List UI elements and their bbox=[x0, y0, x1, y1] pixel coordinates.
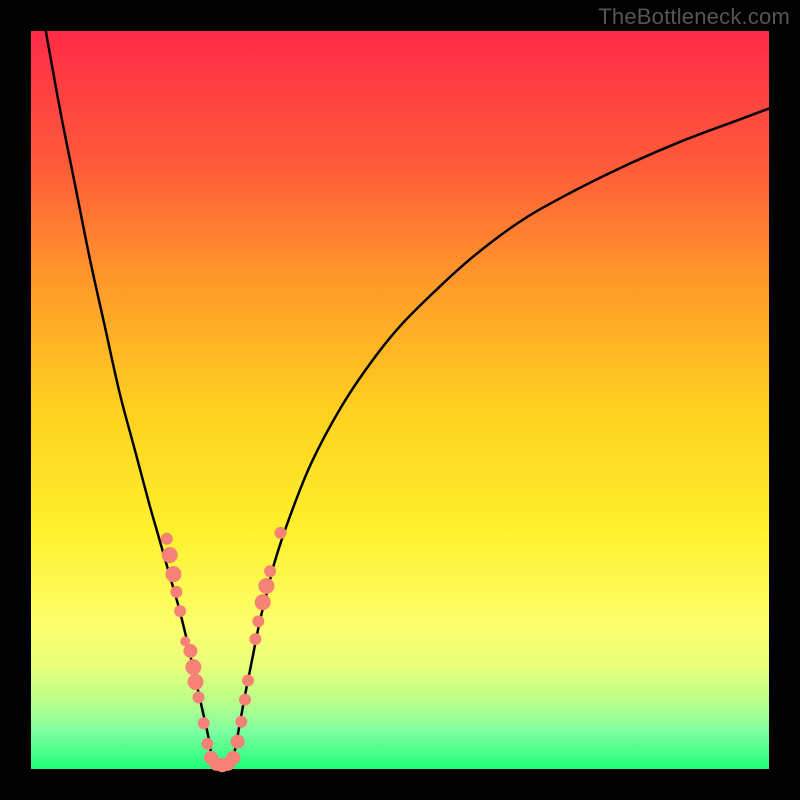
marker-dots-group bbox=[161, 527, 287, 772]
marker-dot bbox=[258, 578, 274, 594]
marker-dot bbox=[188, 674, 204, 690]
marker-dot bbox=[165, 566, 181, 582]
right-curve bbox=[232, 108, 769, 763]
marker-dot bbox=[255, 594, 271, 610]
marker-dot bbox=[161, 533, 173, 545]
watermark-text: TheBottleneck.com bbox=[598, 4, 790, 30]
marker-dot bbox=[239, 694, 251, 706]
marker-dot bbox=[226, 751, 240, 765]
marker-dot bbox=[235, 716, 247, 728]
marker-dot bbox=[201, 738, 213, 750]
marker-dot bbox=[274, 527, 286, 539]
chart-svg bbox=[31, 31, 769, 769]
marker-dot bbox=[242, 674, 254, 686]
marker-dot bbox=[185, 659, 201, 675]
marker-dot bbox=[198, 717, 210, 729]
marker-dot bbox=[162, 547, 178, 563]
marker-dot bbox=[183, 644, 197, 658]
marker-dot bbox=[231, 735, 245, 749]
marker-dot bbox=[264, 565, 276, 577]
marker-dot bbox=[174, 605, 186, 617]
frame: TheBottleneck.com bbox=[0, 0, 800, 800]
marker-dot bbox=[249, 633, 261, 645]
marker-dot bbox=[193, 691, 205, 703]
marker-dot bbox=[170, 586, 182, 598]
marker-dot bbox=[252, 615, 264, 627]
